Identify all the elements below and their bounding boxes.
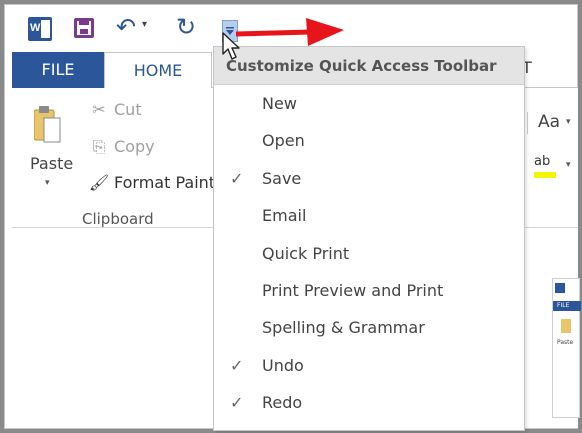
menu-item-label: Save [262, 168, 302, 188]
undo-icon[interactable]: ↶ [116, 12, 136, 42]
check-icon: ✓ [230, 393, 244, 413]
menu-item-label: Spelling & Grammar [262, 318, 425, 338]
word-app-icon[interactable]: W [28, 17, 52, 41]
scissors-icon: ✂ [92, 100, 106, 119]
check-icon: ✓ [230, 355, 244, 375]
brush-icon: 🖌 [88, 173, 110, 192]
menu-item-new[interactable]: New [214, 85, 524, 122]
paste-label[interactable]: Paste [30, 154, 73, 173]
copy-icon: ⎘ [92, 137, 106, 156]
menu-item-label: New [262, 94, 297, 113]
cut-label: Cut [114, 100, 142, 119]
menu-item-label: Open [262, 131, 305, 151]
save-icon[interactable] [74, 18, 94, 38]
thumbnail-paste-label: Paste [557, 339, 574, 346]
menu-item-label: Print Preview and Print [262, 280, 444, 300]
red-arrow-annotation-icon [236, 18, 344, 46]
menu-item-label: Email [262, 206, 307, 226]
redo-icon[interactable]: ↻ [176, 12, 196, 42]
menu-item-redo[interactable]: ✓ Redo [214, 384, 524, 421]
thumbnail-word-icon [555, 283, 565, 293]
clipboard-icon [34, 106, 61, 143]
menu-item-quick-print[interactable]: Quick Print [214, 235, 524, 272]
menu-item-label: Undo [262, 355, 304, 375]
check-icon: ✓ [230, 168, 244, 188]
thumbnail-file-tab: FILE [553, 301, 581, 311]
word-icon-letter: W [30, 22, 41, 34]
change-case-button[interactable]: Aa [538, 112, 560, 132]
highlight-label: ab [534, 154, 551, 169]
customize-qat-menu: Customize Quick Access Toolbar New Open … [213, 46, 525, 431]
cut-button[interactable]: ✂ Cut [88, 100, 142, 122]
font-group-separator [527, 112, 528, 134]
clipboard-group-label: Clipboard [82, 210, 154, 228]
undo-dropdown-icon[interactable]: ▾ [142, 19, 147, 30]
menu-item-label: Redo [262, 393, 303, 413]
menu-item-print-preview[interactable]: Print Preview and Print [214, 272, 524, 309]
highlight-button[interactable]: ab [534, 154, 558, 182]
thumbnail-clipboard-icon [561, 319, 571, 333]
copy-label: Copy [114, 137, 155, 156]
embedded-word-thumbnail: FILE Paste [552, 278, 581, 418]
format-painter-label: Format Paint [114, 173, 216, 192]
menu-item-label: Quick Print [262, 243, 350, 263]
highlight-dropdown-icon[interactable]: ▾ [566, 160, 571, 170]
word-icon-page [41, 20, 50, 38]
paste-dropdown-icon[interactable]: ▾ [45, 178, 50, 188]
highlight-color-bar [534, 172, 556, 178]
change-case-dropdown-icon[interactable]: ▾ [566, 117, 571, 127]
tab-home[interactable]: HOME [104, 52, 212, 88]
menu-item-email[interactable]: Email [214, 197, 524, 234]
mouse-cursor-icon [222, 32, 240, 60]
menu-item-open[interactable]: Open [214, 122, 524, 159]
tab-file[interactable]: FILE [12, 52, 104, 88]
menu-item-undo[interactable]: ✓ Undo [214, 347, 524, 384]
menu-title: Customize Quick Access Toolbar [214, 47, 524, 85]
menu-item-spelling-grammar[interactable]: Spelling & Grammar [214, 309, 524, 346]
paste-button[interactable] [28, 100, 76, 200]
copy-button[interactable]: ⎘ Copy [88, 137, 155, 159]
format-painter-button[interactable]: 🖌 Format Paint [88, 173, 215, 195]
menu-item-save[interactable]: ✓ Save [214, 160, 524, 197]
